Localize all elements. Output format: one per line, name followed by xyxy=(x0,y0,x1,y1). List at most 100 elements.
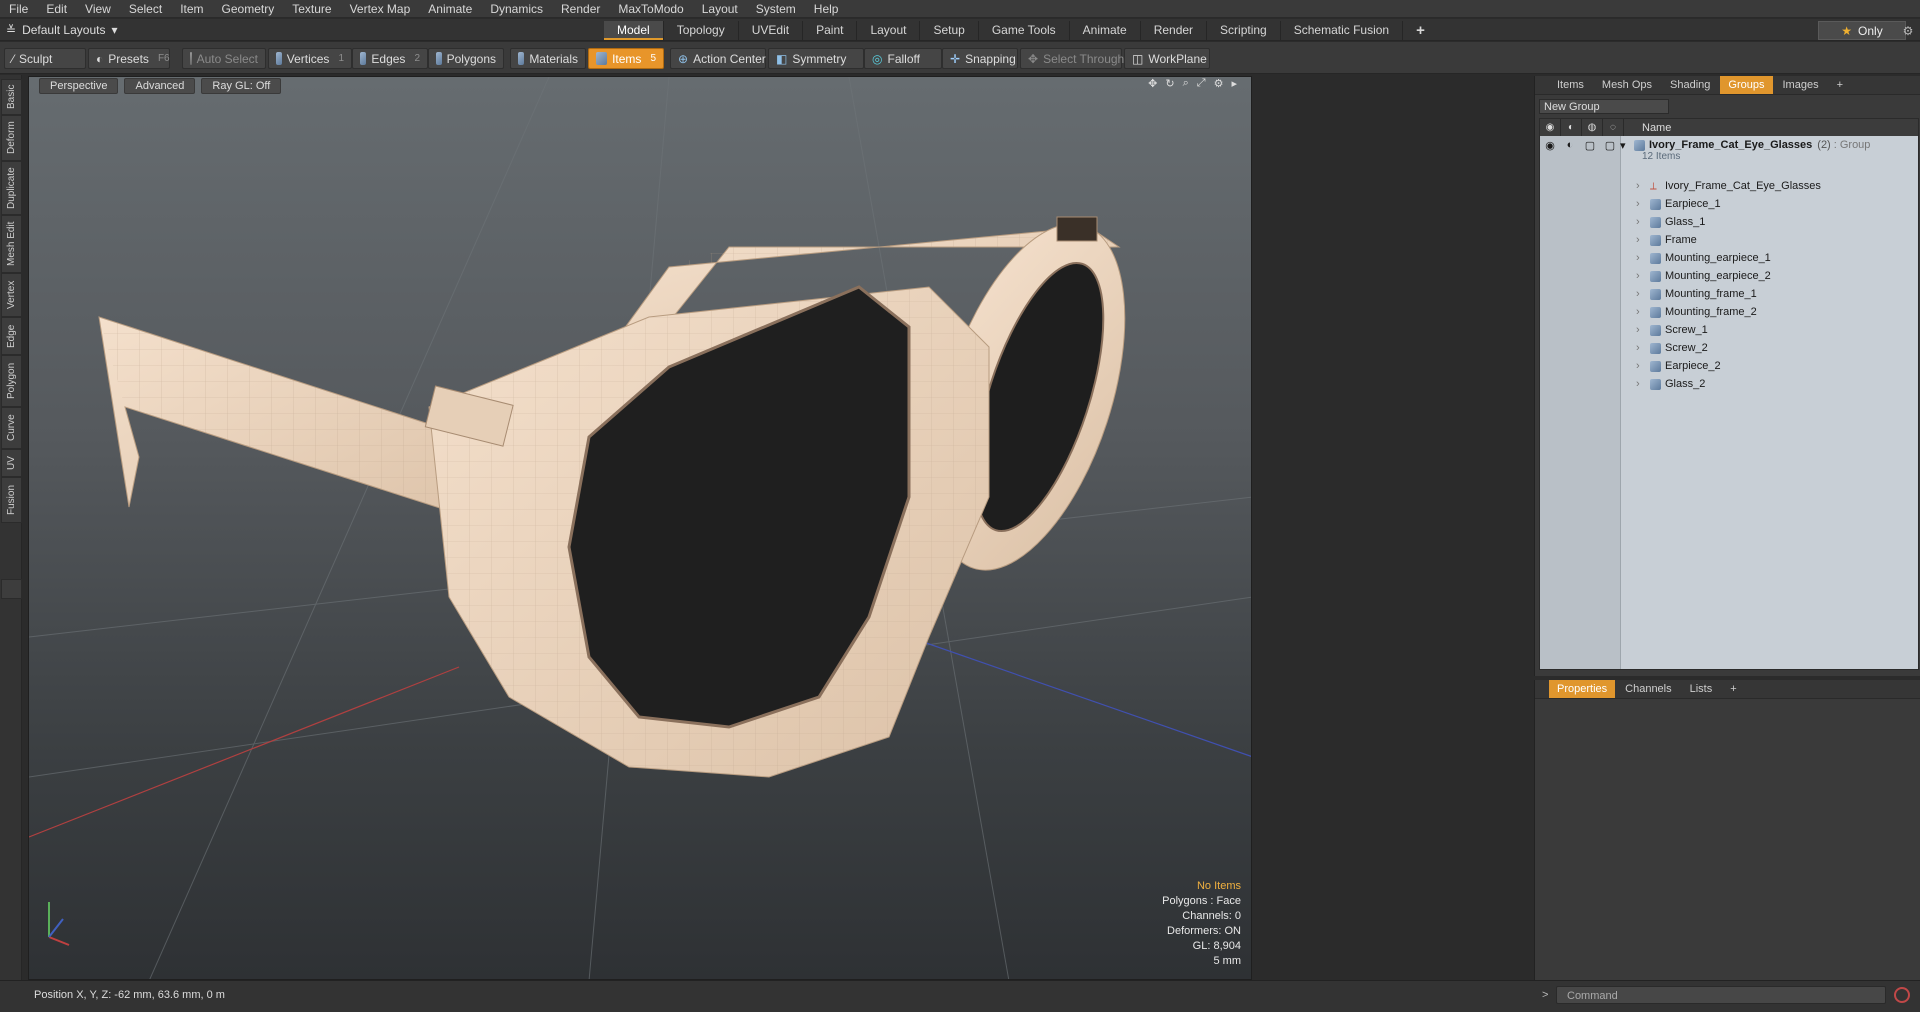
tab-lists[interactable]: Lists xyxy=(1682,680,1721,698)
workplane-button[interactable]: ◫ WorkPlane xyxy=(1124,48,1210,69)
view-settings-icon[interactable]: ⚙ xyxy=(1214,77,1224,93)
rotate-view-icon[interactable]: ↻ xyxy=(1165,77,1174,93)
menu-file[interactable]: File xyxy=(0,0,37,18)
menu-layout[interactable]: Layout xyxy=(693,0,747,18)
menu-animate[interactable]: Animate xyxy=(419,0,481,18)
auto-select-button[interactable]: Auto Select xyxy=(182,48,266,69)
tab-deform[interactable]: Deform xyxy=(1,115,22,161)
add-tab-button[interactable]: + xyxy=(1403,21,1438,40)
list-item[interactable]: › Glass_1 xyxy=(1540,213,1918,231)
list-item[interactable]: › Mounting_earpiece_1 xyxy=(1540,249,1918,267)
tab-fusion[interactable]: Fusion xyxy=(1,477,22,523)
collapse-icon[interactable]: ▾ xyxy=(1620,139,1634,152)
menu-dynamics[interactable]: Dynamics xyxy=(481,0,552,18)
tab-duplicate[interactable]: Duplicate xyxy=(1,161,22,215)
tab-setup[interactable]: Setup xyxy=(920,21,979,40)
tab-render[interactable]: Render xyxy=(1141,21,1208,40)
vertices-button[interactable]: Vertices 1 xyxy=(268,48,352,69)
group-row[interactable]: ◉ ◐ ▢ ▢ ▾ Ivory_Frame_Cat_Eye_Glasses (2… xyxy=(1540,137,1918,169)
record-icon[interactable] xyxy=(1894,987,1910,1003)
tab-curve[interactable]: Curve xyxy=(1,407,22,449)
tab-schematic-fusion[interactable]: Schematic Fusion xyxy=(1281,21,1404,40)
add-panel-tab-button[interactable]: + xyxy=(1829,76,1851,94)
tab-images[interactable]: Images xyxy=(1775,76,1827,94)
action-center-button[interactable]: ⊕ Action Center xyxy=(670,48,766,69)
menu-help[interactable]: Help xyxy=(805,0,848,18)
tab-channels[interactable]: Channels xyxy=(1617,680,1679,698)
menu-render[interactable]: Render xyxy=(552,0,609,18)
command-arrow-icon[interactable]: > xyxy=(1542,989,1548,1001)
select-toggle-icon[interactable]: ▢ xyxy=(1600,139,1620,152)
tab-basic[interactable]: Basic xyxy=(1,79,22,115)
name-column-header[interactable]: Name xyxy=(1624,122,1671,134)
tab-layout[interactable]: Layout xyxy=(857,21,921,40)
3d-viewport[interactable]: Perspective Advanced Ray GL: Off ✥ ↻ ⌕ ⤢… xyxy=(28,76,1252,980)
render-toggle-icon[interactable]: ◐ xyxy=(1560,139,1580,151)
menu-geometry[interactable]: Geometry xyxy=(213,0,284,18)
sculpt-button[interactable]: ⁄ Sculpt xyxy=(4,48,86,69)
add-properties-tab-button[interactable]: + xyxy=(1722,680,1744,698)
tab-uvedit[interactable]: UVEdit xyxy=(739,21,804,40)
tab-vertex[interactable]: Vertex xyxy=(1,273,22,317)
tab-mesh-edit[interactable]: Mesh Edit xyxy=(1,215,22,273)
materials-button[interactable]: Materials xyxy=(510,48,586,69)
falloff-button[interactable]: ◎ Falloff xyxy=(864,48,942,69)
list-item[interactable]: › Mounting_frame_1 xyxy=(1540,285,1918,303)
edges-button[interactable]: Edges 2 xyxy=(352,48,428,69)
gear-icon[interactable]: ⚙ xyxy=(1898,21,1918,40)
tab-game-tools[interactable]: Game Tools xyxy=(979,21,1070,40)
tab-polygon[interactable]: Polygon xyxy=(1,355,22,407)
presets-button[interactable]: ◐ Presets F6 xyxy=(88,48,170,69)
viewport-menu-icon[interactable]: ▸ xyxy=(1231,77,1237,93)
visibility-column-icon[interactable]: ◉ xyxy=(1540,119,1561,136)
polygons-button[interactable]: Polygons xyxy=(428,48,504,69)
lock-toggle-icon[interactable]: ▢ xyxy=(1580,139,1600,152)
layout-selector[interactable]: ≚ Default Layouts ▾ xyxy=(6,22,117,38)
raygl-dropdown[interactable]: Ray GL: Off xyxy=(201,78,282,94)
shading-dropdown[interactable]: Advanced xyxy=(124,78,196,94)
tab-shading[interactable]: Shading xyxy=(1662,76,1718,94)
select-column-icon[interactable]: ◌ xyxy=(1603,119,1624,136)
render-column-icon[interactable]: ◐ xyxy=(1561,119,1582,136)
menu-vertex-map[interactable]: Vertex Map xyxy=(341,0,420,18)
tab-uv[interactable]: UV xyxy=(1,449,22,477)
select-through-button[interactable]: ✥ Select Through xyxy=(1020,48,1124,69)
lock-column-icon[interactable]: ◍ xyxy=(1582,119,1603,136)
tab-scripting[interactable]: Scripting xyxy=(1207,21,1281,40)
eye-icon[interactable]: ◉ xyxy=(1540,139,1560,152)
menu-view[interactable]: View xyxy=(76,0,120,18)
command-input[interactable]: Command xyxy=(1556,986,1886,1004)
tab-items[interactable]: Items xyxy=(1549,76,1592,94)
menu-system[interactable]: System xyxy=(747,0,805,18)
list-item[interactable]: › Glass_2 xyxy=(1540,375,1918,393)
tab-mesh-ops[interactable]: Mesh Ops xyxy=(1594,76,1660,94)
menu-texture[interactable]: Texture xyxy=(283,0,340,18)
menu-edit[interactable]: Edit xyxy=(37,0,76,18)
tab-groups[interactable]: Groups xyxy=(1720,76,1773,94)
snapping-button[interactable]: ✛ Snapping xyxy=(942,48,1018,69)
zoom-view-icon[interactable]: ⌕ xyxy=(1183,77,1189,93)
tab-topology[interactable]: Topology xyxy=(664,21,739,40)
items-button[interactable]: Items 5 xyxy=(588,48,664,69)
maximize-view-icon[interactable]: ⤢ xyxy=(1197,77,1206,93)
move-view-icon[interactable]: ✥ xyxy=(1148,77,1157,93)
list-item[interactable]: › Screw_2 xyxy=(1540,339,1918,357)
perspective-dropdown[interactable]: Perspective xyxy=(39,78,119,94)
menu-item[interactable]: Item xyxy=(171,0,212,18)
tab-properties[interactable]: Properties xyxy=(1549,680,1616,698)
list-item[interactable]: › Frame xyxy=(1540,231,1918,249)
tab-edge[interactable]: Edge xyxy=(1,317,22,355)
list-item[interactable]: › Mounting_earpiece_2 xyxy=(1540,267,1918,285)
list-item[interactable]: › Earpiece_2 xyxy=(1540,357,1918,375)
list-item[interactable]: › Earpiece_1 xyxy=(1540,195,1918,213)
list-item[interactable]: › ⟂ Ivory_Frame_Cat_Eye_Glasses xyxy=(1540,177,1918,195)
list-item[interactable]: › Mounting_frame_2 xyxy=(1540,303,1918,321)
new-group-button[interactable]: New Group xyxy=(1539,99,1669,114)
symmetry-button[interactable]: ◧ Symmetry xyxy=(768,48,864,69)
menu-select[interactable]: Select xyxy=(120,0,171,18)
panel-toggle-button[interactable] xyxy=(1,579,22,599)
only-button[interactable]: ★ Only xyxy=(1818,21,1906,40)
tab-paint[interactable]: Paint xyxy=(803,21,858,40)
tab-animate[interactable]: Animate xyxy=(1070,21,1141,40)
tab-model[interactable]: Model xyxy=(604,21,664,40)
